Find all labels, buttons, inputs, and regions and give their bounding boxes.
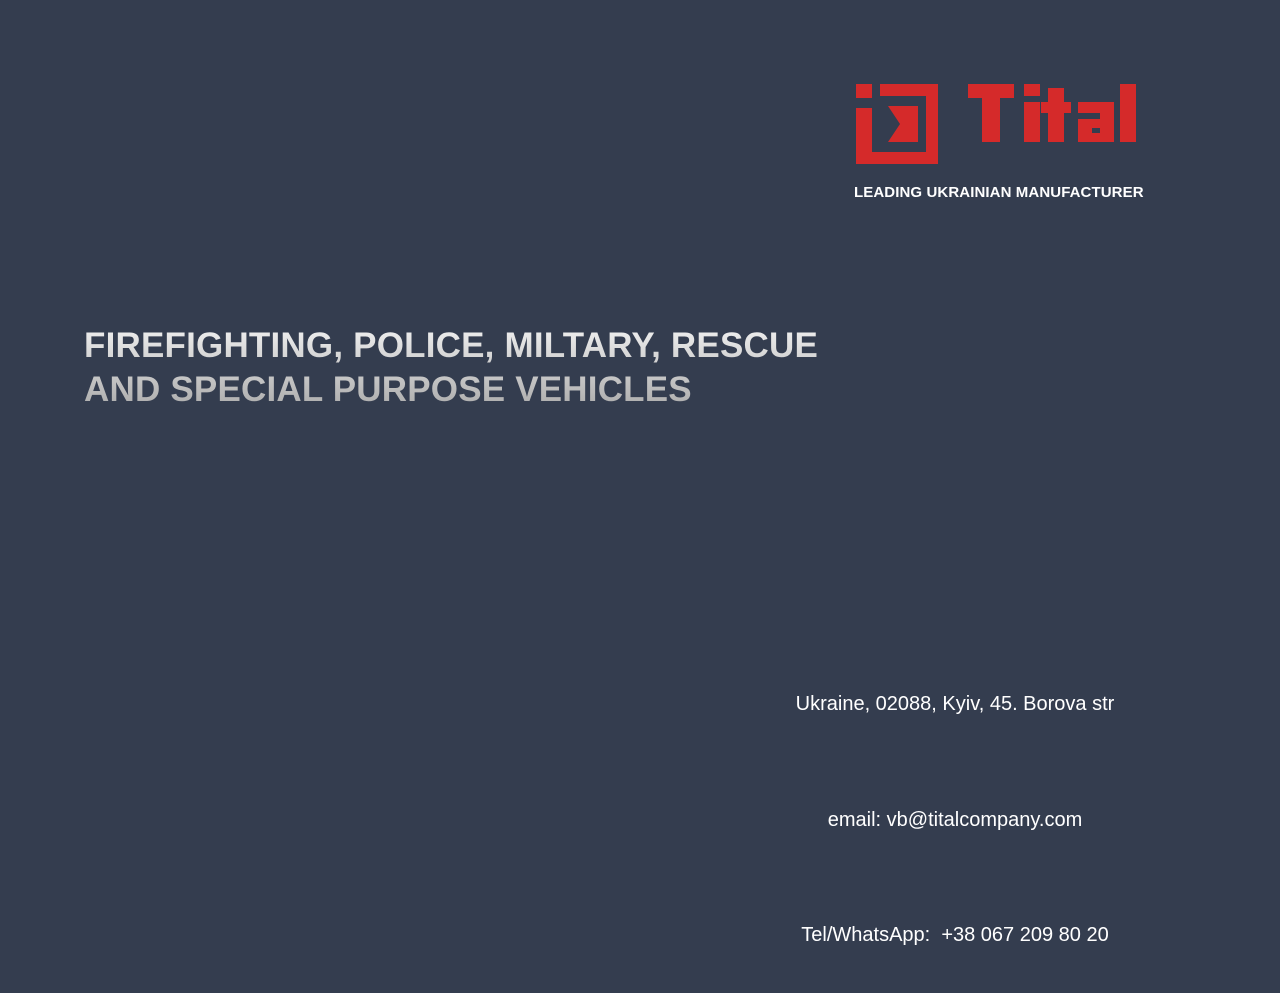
email-text: email: vb@titalcompany.com — [827, 808, 1083, 831]
headline-line-2: AND SPECIAL PURPOSE VEHICLES — [84, 370, 692, 409]
contact-block: Ukraine, 02088, Kyiv, 45. Borova str ema… — [740, 608, 1170, 993]
title-slide: { "brand": { "logo_text": "Tital", "logo… — [0, 0, 1280, 946]
headline: FIREFIGHTING, POLICE, MILTARY, RESCUE AN… — [84, 324, 818, 412]
phone-text: Tel/WhatsApp: +38 067 209 80 20 — [801, 924, 1109, 946]
address-text: Ukraine, 02088, Kyiv, 45. Borova str — [795, 693, 1115, 715]
tital-logo-mark — [856, 84, 1136, 164]
tital-logo — [856, 84, 1166, 168]
tagline: LEADING UKRAINIAN MANUFACTURER — [854, 184, 1144, 201]
headline-line-1: FIREFIGHTING, POLICE, MILTARY, RESCUE — [84, 326, 818, 365]
